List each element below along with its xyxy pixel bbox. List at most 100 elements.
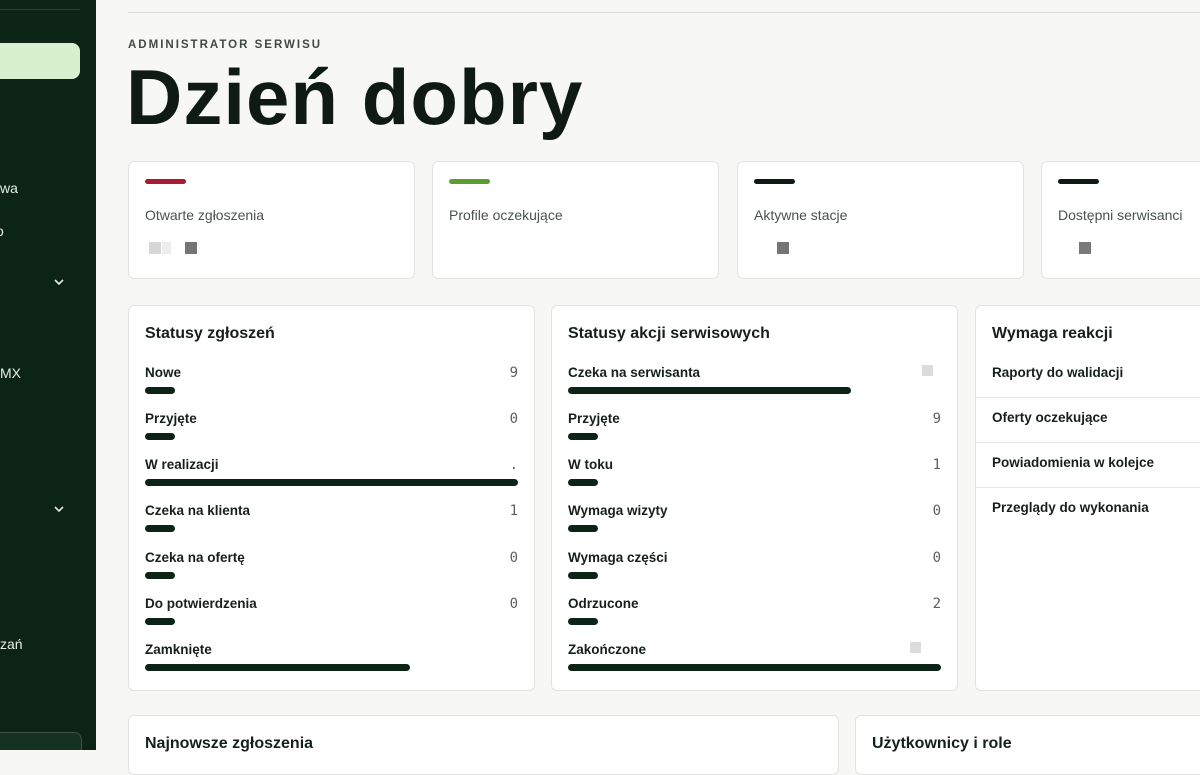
status-count: 9 — [509, 365, 518, 381]
kpi-label: Profile oczekujące — [449, 207, 563, 223]
service-status-panel: Statusy akcji serwisowych Czeka na serwi… — [551, 305, 958, 691]
kpi-label: Aktywne stacje — [754, 207, 848, 223]
status-label: Zakończone — [568, 642, 647, 657]
status-row[interactable]: Czeka na serwisanta — [568, 365, 941, 405]
status-label: Przyjęte — [568, 411, 620, 426]
status-label: Przyjęte — [145, 411, 197, 426]
status-row[interactable]: Przyjęte 0 — [145, 411, 518, 451]
loading-placeholder — [1079, 242, 1091, 254]
panel-title: Statusy akcji serwisowych — [568, 325, 770, 342]
chevron-down-icon[interactable] — [52, 502, 66, 516]
status-row[interactable]: Czeka na ofertę 0 — [145, 550, 518, 590]
status-row[interactable]: Nowe 9 — [145, 365, 518, 405]
status-row[interactable]: Odrzucone 2 — [568, 596, 941, 636]
loading-placeholder — [922, 365, 933, 376]
status-bar — [568, 387, 851, 394]
ticket-status-panel: Statusy zgłoszeń Nowe 9 Przyjęte 0 W rea… — [128, 305, 535, 691]
status-row[interactable]: W realizacji . — [145, 457, 518, 497]
status-label: W realizacji — [145, 457, 219, 472]
divider — [976, 487, 1200, 488]
status-count: 0 — [932, 503, 941, 519]
status-bar — [568, 664, 941, 671]
kpi-card-active-stations[interactable]: Aktywne stacje — [737, 161, 1024, 279]
status-bar — [568, 525, 598, 532]
kpi-card-available-technicians[interactable]: Dostępni serwisanci — [1041, 161, 1200, 279]
status-bar — [145, 433, 175, 440]
kpi-accent — [145, 179, 186, 184]
status-bar — [568, 572, 598, 579]
panel-title: Wymaga reakcji — [992, 325, 1113, 342]
chevron-down-icon[interactable] — [52, 275, 66, 289]
status-bar — [568, 618, 598, 625]
users-roles-panel: Użytkownicy i role — [855, 715, 1200, 775]
status-row[interactable]: W toku 1 — [568, 457, 941, 497]
sidebar-item-label[interactable]: wa — [0, 180, 18, 196]
sidebar-item-label[interactable]: zań — [0, 636, 23, 652]
sidebar-item-active[interactable] — [0, 43, 80, 79]
action-item[interactable]: Oferty oczekujące — [976, 410, 1200, 456]
status-count: 0 — [509, 550, 518, 566]
kpi-card-open-tickets[interactable]: Otwarte zgłoszenia — [128, 161, 415, 279]
status-row[interactable]: Zakończone — [568, 642, 941, 682]
action-item-label: Przeglądy do wykonania — [992, 500, 1149, 515]
loading-placeholder — [185, 242, 197, 254]
status-bar — [568, 433, 598, 440]
status-bar — [145, 387, 175, 394]
kpi-accent — [449, 179, 490, 184]
status-label: Czeka na klienta — [145, 503, 251, 518]
status-label: Wymaga części — [568, 550, 668, 565]
page-title: Dzień dobry — [126, 53, 584, 141]
latest-tickets-panel: Najnowsze zgłoszenia — [128, 715, 839, 775]
sidebar-item-label[interactable]: MX — [0, 365, 21, 381]
status-row[interactable]: Zamknięte — [145, 642, 518, 682]
status-bar — [145, 572, 175, 579]
status-row[interactable]: Wymaga wizyty 0 — [568, 503, 941, 543]
status-row[interactable]: Przyjęte 9 — [568, 411, 941, 451]
loading-placeholder — [149, 242, 161, 254]
status-count: 1 — [932, 457, 941, 473]
status-label: W toku — [568, 457, 613, 472]
status-label: Nowe — [145, 365, 182, 380]
status-count: . — [509, 457, 518, 473]
divider — [976, 397, 1200, 398]
kpi-accent — [754, 179, 795, 184]
role-label: ADMINISTRATOR SERWISU — [128, 39, 323, 51]
divider — [976, 442, 1200, 443]
loading-placeholder — [162, 242, 171, 254]
sidebar-divider — [0, 9, 80, 10]
status-label: Czeka na ofertę — [145, 550, 245, 565]
status-bar — [568, 479, 598, 486]
loading-placeholder — [910, 642, 921, 653]
kpi-label: Otwarte zgłoszenia — [145, 207, 265, 223]
status-count: 2 — [932, 596, 941, 612]
loading-placeholder — [777, 242, 789, 254]
status-label: Zamknięte — [145, 642, 212, 657]
panel-title: Statusy zgłoszeń — [145, 325, 275, 342]
action-item[interactable]: Powiadomienia w kolejce — [976, 455, 1200, 501]
kpi-label: Dostępni serwisanci — [1058, 207, 1183, 223]
status-bar — [145, 664, 410, 671]
sidebar-item-label[interactable]: o — [0, 223, 4, 239]
status-bar — [145, 618, 175, 625]
status-count: 9 — [932, 411, 941, 427]
action-item[interactable]: Raporty do walidacji — [976, 365, 1200, 411]
action-item[interactable]: Przeglądy do wykonania — [992, 500, 1200, 546]
status-row[interactable]: Do potwierdzenia 0 — [145, 596, 518, 636]
panel-title: Użytkownicy i role — [872, 735, 1012, 752]
status-row[interactable]: Wymaga części 0 — [568, 550, 941, 590]
status-row[interactable]: Czeka na klienta 1 — [145, 503, 518, 543]
status-label: Odrzucone — [568, 596, 639, 611]
sidebar: wa o MX zań — [0, 0, 96, 750]
kpi-card-pending-profiles[interactable]: Profile oczekujące — [432, 161, 719, 279]
status-label: Czeka na serwisanta — [568, 365, 701, 380]
status-bar — [145, 479, 518, 486]
sidebar-bottom-button[interactable] — [0, 732, 82, 750]
status-count: 0 — [509, 411, 518, 427]
action-item-label: Raporty do walidacji — [992, 365, 1124, 380]
panel-title: Najnowsze zgłoszenia — [145, 735, 314, 752]
status-count: 0 — [932, 550, 941, 566]
requires-action-panel: Wymaga reakcji Raporty do walidacji Ofer… — [975, 305, 1200, 691]
status-label: Wymaga wizyty — [568, 503, 668, 518]
kpi-accent — [1058, 179, 1099, 184]
status-label: Do potwierdzenia — [145, 596, 257, 611]
